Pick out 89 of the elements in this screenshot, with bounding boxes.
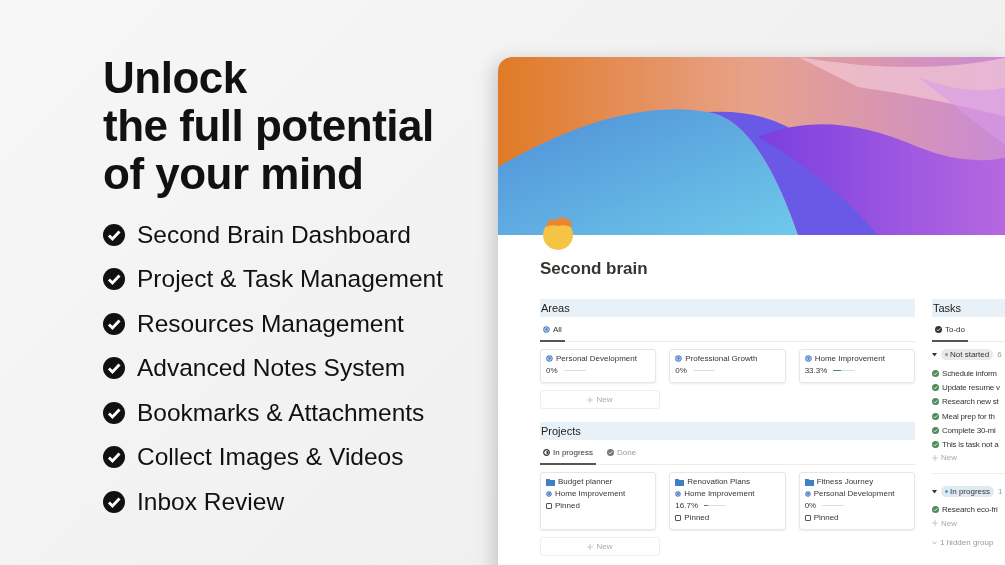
feature-text: Inbox Review: [137, 487, 285, 516]
status-label: In progress: [950, 486, 991, 496]
status-label: Not started: [950, 350, 990, 359]
chevron-icon: [932, 540, 937, 545]
headline: the full potential: [103, 102, 434, 150]
folder-icon: [804, 477, 814, 486]
task-title[interactable]: Update resume v: [942, 382, 1000, 392]
card[interactable]: Renovation Plans Home Improvement 16.7% Pinned: [669, 472, 786, 530]
view-tab[interactable]: To-do: [932, 319, 968, 342]
check-circle-icon: [932, 441, 939, 449]
progress-text: 0%: [546, 366, 558, 375]
card-title: Home Improvement: [814, 354, 885, 363]
card-title: Personal Development: [556, 354, 637, 363]
emoji-icon: [540, 215, 576, 251]
card-title: Renovation Plans: [687, 477, 751, 486]
check-circle-icon: [932, 369, 939, 377]
check-circle-icon: [103, 401, 125, 424]
check-circle-icon: [103, 357, 125, 379]
area-link[interactable]: Home Improvement: [684, 489, 755, 498]
check-circle-icon: [103, 268, 125, 290]
task-title[interactable]: This is task not a: [942, 440, 999, 450]
feature-text: Project & Task Management: [137, 265, 443, 293]
check-circle-icon: [932, 383, 939, 391]
task-title[interactable]: Meal prep for th: [942, 411, 995, 421]
check-circle-icon: [932, 412, 939, 420]
triangle-icon[interactable]: [932, 352, 937, 357]
triangle-icon[interactable]: [932, 488, 937, 494]
folder-icon: [675, 477, 685, 486]
check-circle-icon: [607, 449, 615, 456]
checkbox[interactable]: [546, 502, 552, 509]
checkbox[interactable]: [804, 514, 811, 521]
target-icon: [804, 490, 811, 497]
check-circle-icon: [932, 506, 939, 514]
feature-text: Second Brain Dashboard: [137, 220, 411, 249]
card[interactable]: Home Improvement 33.3%: [798, 349, 915, 383]
page-title: Second brain: [540, 259, 648, 279]
check-circle-icon: [103, 490, 125, 513]
view-tab[interactable]: All: [540, 319, 565, 342]
feature-text: Collect Images & Videos: [137, 443, 404, 471]
view-tab[interactable]: In progress: [540, 442, 597, 465]
section-header: Areas: [540, 299, 915, 317]
half-circle-icon: [543, 449, 550, 456]
check-circle-icon: [103, 312, 125, 335]
feature-text: Bookmarks & Attachments: [137, 398, 425, 427]
check-circle-icon: [935, 326, 942, 333]
card-title: Fitness Journey: [816, 477, 874, 486]
target-icon: [546, 490, 552, 497]
progress-text: 0%: [804, 501, 817, 510]
checkbox-label: Pinned: [684, 513, 710, 522]
task-title[interactable]: Complete 30-mi: [942, 425, 996, 435]
card[interactable]: Fitness Journey Personal Development 0% Pinned: [798, 472, 915, 530]
progress-text: 33.3%: [804, 366, 828, 375]
target-icon: [546, 355, 553, 362]
progress-text: 16.7%: [675, 501, 698, 510]
card[interactable]: Professional Growth 0%: [669, 349, 786, 383]
group-count: 6: [997, 350, 1002, 359]
checkbox-label: Pinned: [813, 513, 839, 522]
checkbox[interactable]: [675, 514, 682, 521]
target-icon: [675, 355, 683, 362]
card-title: Professional Growth: [685, 354, 758, 363]
target-icon: [543, 326, 550, 333]
task-title[interactable]: Research new st: [942, 397, 999, 407]
group-count: 1: [998, 486, 1003, 496]
headline: Unlock: [103, 54, 247, 102]
headline: of your mind: [103, 150, 364, 198]
plus-icon: [587, 396, 594, 403]
target-icon: [675, 490, 682, 497]
progress-text: 0%: [675, 366, 687, 375]
task-title[interactable]: Schedule inform: [942, 368, 997, 378]
section-header: Tasks: [932, 299, 1005, 317]
plus-icon: [932, 520, 938, 527]
task-title[interactable]: Research eco-fri: [942, 505, 998, 515]
feature-text: Advanced Notes System: [137, 354, 406, 382]
checkbox-label: Pinned: [555, 501, 580, 510]
check-circle-icon: [932, 398, 939, 406]
check-circle-icon: [103, 223, 125, 246]
feature-text: Resources Management: [137, 309, 404, 338]
area-link[interactable]: Home Improvement: [555, 489, 626, 498]
check-circle-icon: [932, 426, 939, 434]
area-link[interactable]: Personal Development: [813, 489, 895, 498]
folder-icon: [546, 477, 555, 486]
section-header: Projects: [540, 422, 915, 440]
target-icon: [804, 355, 812, 362]
plus-icon: [587, 543, 594, 550]
card-title: Budget planner: [558, 477, 613, 486]
check-circle-icon: [103, 446, 125, 468]
card[interactable]: Personal Development 0%: [540, 349, 657, 383]
card[interactable]: Budget planner Home Improvement Pinned: [540, 472, 657, 530]
plus-icon: [932, 454, 938, 461]
